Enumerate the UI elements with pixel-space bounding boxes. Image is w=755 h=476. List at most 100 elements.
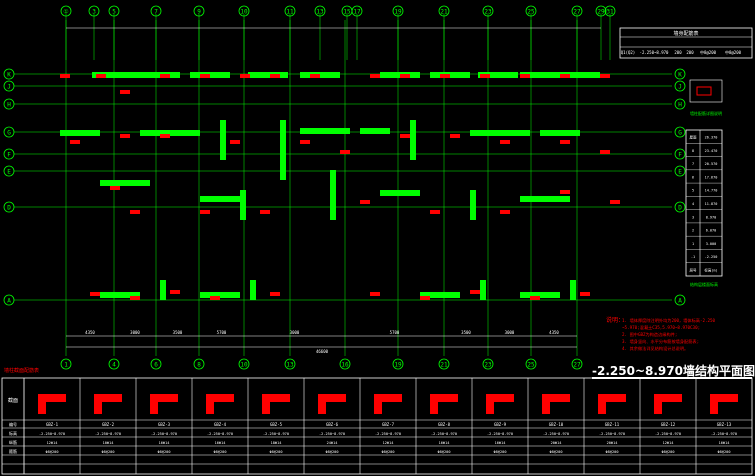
column-marker [450, 134, 460, 138]
axis-bubble-row: J [3, 80, 15, 92]
column-marker [230, 140, 240, 144]
axis-bubble-bottom: 19 [392, 358, 404, 370]
floor-number: 层号 [690, 267, 698, 272]
note-line: 4. 其余做法详见结构设计总说明。 [622, 345, 688, 352]
detail-caption: 墙柱配筋详图说明 [690, 110, 722, 116]
axis-bubble-top: 15 [341, 5, 353, 17]
detail-box: 墙柱配筋详图说明 [689, 79, 723, 116]
section-sketch [374, 394, 402, 414]
wall-segment [470, 130, 530, 136]
dim-label: 3000 [290, 330, 300, 335]
axis-bubble-top: 10 [238, 5, 250, 17]
wall-table-cell: -2.250~8.970 [640, 50, 669, 55]
column-stirrup: Φ8@200 [438, 450, 451, 454]
axis-label: 9 [197, 9, 201, 16]
wall-segment [248, 72, 288, 78]
axis-bubble-row: A [3, 294, 15, 306]
column-marker [200, 210, 210, 214]
floor-number: 7 [692, 162, 694, 166]
axis-bubble-top: 23 [482, 5, 494, 17]
wall-segment [220, 120, 226, 160]
column-marker [210, 296, 220, 300]
column-id: GBZ-2 [102, 422, 115, 427]
axis-bubble-row: F [3, 148, 15, 160]
column-bars: 12Φ14 [47, 441, 58, 445]
note-line: 1. 墙体厚度除注明外均为200，墙体标高-2.250 [622, 317, 716, 324]
wall-segment [540, 130, 580, 136]
dim-label: 5700 [217, 330, 227, 335]
wall-table-cell: 中8@200 [725, 49, 742, 55]
wall-segment [330, 170, 336, 220]
wall-segment [250, 280, 256, 300]
cad-drawing: ① 3 5 7 9 10 11 13 15 17 19 21 23 25 27 29 31 1 4 6 8 10 13 16… [1, 5, 753, 475]
column-marker [60, 74, 70, 78]
column-bars: 10Φ14 [103, 441, 114, 445]
notes-block: 说明： 1. 墙体厚度除注明外均为200，墙体标高-2.250~5.970;混凝… [606, 316, 716, 352]
dim-label: 4350 [549, 330, 559, 335]
axis-bubble-row: H [3, 98, 15, 110]
axis-label: 10 [240, 9, 248, 16]
row-label: 箍筋 [9, 448, 17, 454]
axis-label: 3 [92, 9, 96, 16]
column-marker [480, 74, 490, 78]
column-marker [370, 74, 380, 78]
dim-label: 4350 [85, 330, 95, 335]
axis-bubble-row: F [674, 148, 686, 160]
axis-bubble-bottom: 4 [108, 358, 120, 370]
axis-label: K [678, 72, 682, 79]
wall-table-header: 墙身配筋表 [673, 30, 698, 37]
column-elev: -2.250~8.970 [431, 432, 457, 436]
axis-bubble-row: K [674, 68, 686, 80]
axis-label: A [678, 298, 682, 305]
axis-bubble-top: 29 [595, 5, 607, 17]
floor-number: 1 [692, 242, 694, 246]
axis-label: E [7, 169, 11, 176]
axis-label: 1 [64, 362, 68, 369]
axis-bubble-bottom: 21 [438, 358, 450, 370]
title-underline [592, 377, 752, 379]
section-sketch [486, 394, 514, 414]
column-elev: -2.250~8.970 [487, 432, 513, 436]
axis-bubble-top: 7 [150, 5, 162, 17]
column-marker [500, 210, 510, 214]
column-elev: -2.250~8.970 [543, 432, 569, 436]
floor-elevation: 8.970 [706, 215, 717, 219]
axis-bubble-top: 13 [314, 5, 326, 17]
axis-label: 13 [286, 362, 294, 369]
axis-label: D [678, 205, 682, 212]
floor-elevation: 17.670 [705, 175, 718, 179]
column-marker [500, 140, 510, 144]
column-marker [610, 200, 620, 204]
axis-label: 31 [606, 9, 614, 16]
row-label: 标高 [9, 430, 17, 436]
floor-number: 4 [692, 202, 694, 206]
column-stirrup: Φ8@200 [46, 450, 59, 454]
axis-label: 5 [112, 9, 116, 16]
axis-label: 27 [573, 9, 581, 16]
wall-segment [410, 120, 416, 160]
note-line: 3. 墙身竖向、水平分布筋按墙身配筋表; [622, 338, 699, 345]
column-id: GBZ-5 [270, 422, 283, 427]
column-marker [90, 292, 100, 296]
axis-label: 21 [440, 362, 448, 369]
axis-bubble-top: 9 [193, 5, 205, 17]
column-bars: 16Φ14 [159, 441, 170, 445]
floor-number: 屋面 [690, 135, 698, 140]
column-marker [530, 296, 540, 300]
column-marker [600, 74, 610, 78]
floor-elevation: 26.370 [705, 136, 718, 140]
axis-label: 6 [154, 362, 158, 369]
wall-segment [520, 196, 570, 202]
axis-bubble-top: 17 [351, 5, 363, 17]
column-marker [240, 74, 250, 78]
floor-elevation: 3.000 [706, 242, 717, 246]
column-marker [130, 210, 140, 214]
axis-label: 21 [440, 9, 448, 16]
column-elev: -2.250~8.970 [151, 432, 177, 436]
axis-label: 25 [527, 9, 535, 16]
column-marker [120, 90, 130, 94]
axis-label: 7 [154, 9, 158, 16]
column-bars: 20Φ14 [551, 441, 562, 445]
dim-label: 3500 [461, 330, 471, 335]
section-sketch [150, 394, 178, 414]
